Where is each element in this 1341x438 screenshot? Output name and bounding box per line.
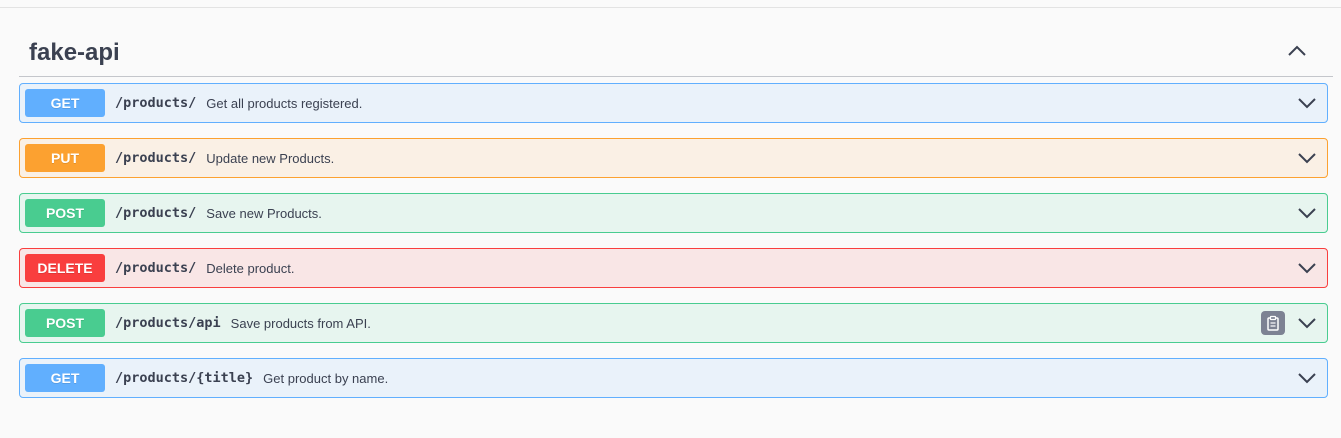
operation-path: /products/: [115, 150, 197, 166]
operation-path: /products/api: [115, 315, 221, 331]
operation-path: /products/: [115, 95, 197, 111]
operation-summary: Update new Products.: [206, 150, 335, 166]
operation-get-products-title[interactable]: GET /products/{title} Get product by nam…: [19, 358, 1328, 398]
chevron-down-icon[interactable]: [1297, 368, 1317, 388]
chevron-down-icon[interactable]: [1297, 258, 1317, 278]
operation-put-products[interactable]: PUT /products/ Update new Products.: [19, 138, 1328, 178]
clipboard-copy-icon[interactable]: [1261, 311, 1285, 335]
operations-list: GET /products/ Get all products register…: [19, 83, 1328, 413]
tag-header[interactable]: fake-api: [19, 30, 1333, 77]
operation-summary: Delete product.: [206, 260, 295, 276]
method-badge: GET: [25, 364, 105, 392]
method-badge: PUT: [25, 144, 105, 172]
operation-summary: Get product by name.: [263, 370, 389, 386]
operation-summary: Save new Products.: [206, 205, 322, 221]
method-badge: DELETE: [25, 254, 105, 282]
chevron-down-icon[interactable]: [1297, 93, 1317, 113]
tag-title: fake-api: [29, 39, 120, 66]
operation-path: /products/{title}: [115, 370, 254, 386]
top-divider: [0, 7, 1341, 8]
operation-path: /products/: [115, 260, 197, 276]
chevron-down-icon[interactable]: [1297, 148, 1317, 168]
operation-post-products-api[interactable]: POST /products/api Save products from AP…: [19, 303, 1328, 343]
chevron-down-icon[interactable]: [1297, 313, 1317, 333]
operation-post-products[interactable]: POST /products/ Save new Products.: [19, 193, 1328, 233]
operation-summary: Save products from API.: [230, 315, 371, 331]
method-badge: POST: [25, 199, 105, 227]
method-badge: POST: [25, 309, 105, 337]
tag-section-fake-api: fake-api: [19, 30, 1341, 77]
operation-summary: Get all products registered.: [206, 95, 363, 111]
method-badge: GET: [25, 89, 105, 117]
operation-get-products[interactable]: GET /products/ Get all products register…: [19, 83, 1328, 123]
operation-path: /products/: [115, 205, 197, 221]
operation-delete-products[interactable]: DELETE /products/ Delete product.: [19, 248, 1328, 288]
chevron-down-icon[interactable]: [1297, 203, 1317, 223]
chevron-up-icon[interactable]: [1287, 42, 1307, 60]
